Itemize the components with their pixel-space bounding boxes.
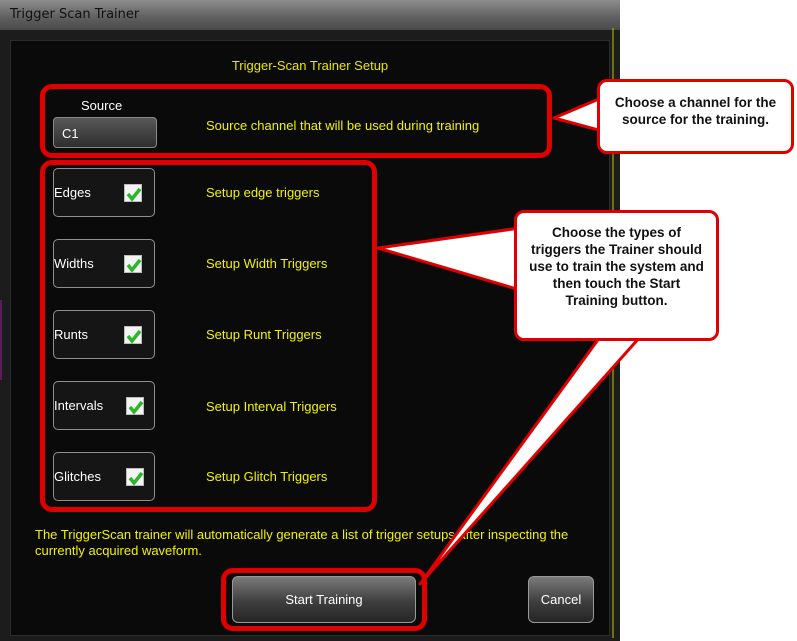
triggers-callout: Choose the types of triggers the Trainer…	[514, 210, 719, 341]
triggers-callout-pointer	[376, 226, 522, 292]
source-callout: Choose a channel for the source for the …	[597, 79, 794, 154]
start-callout-pointer	[418, 335, 642, 586]
